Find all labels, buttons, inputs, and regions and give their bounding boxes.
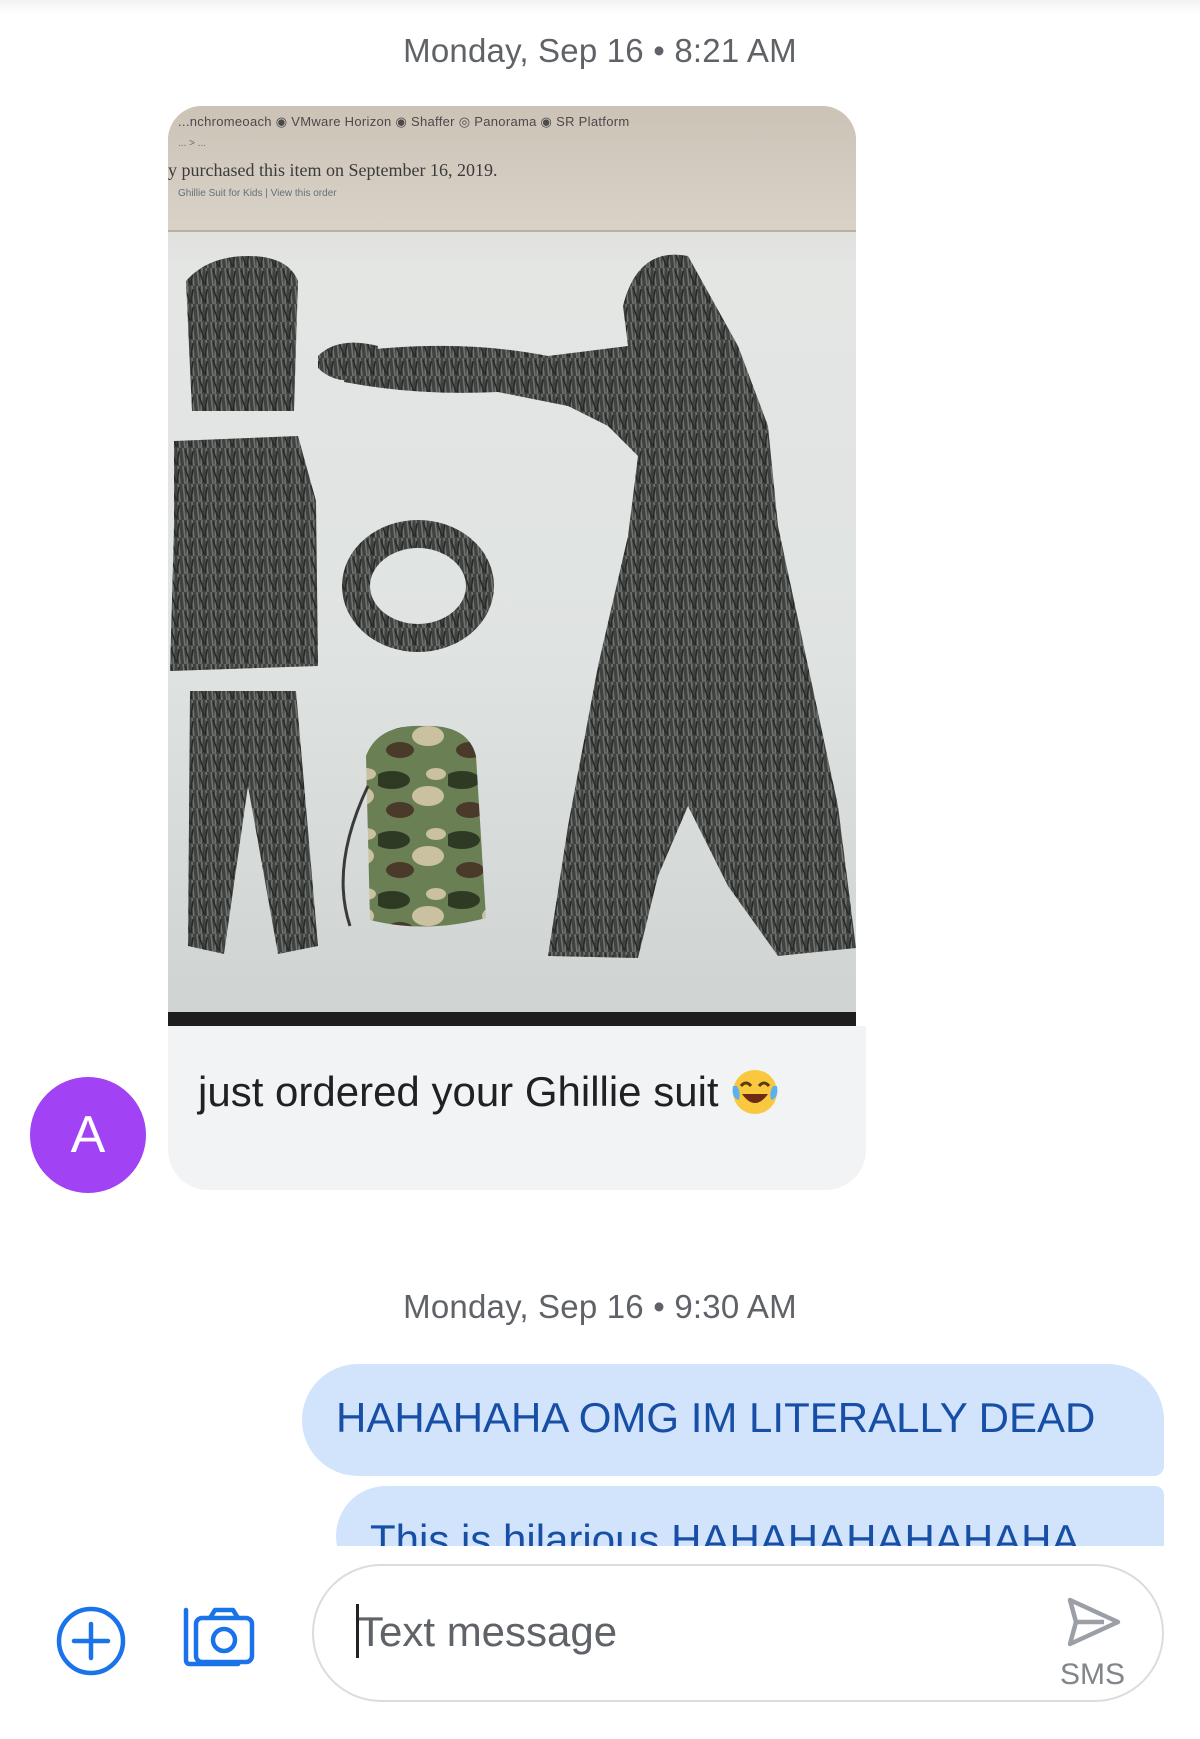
ghillie-top-shape [170, 436, 318, 671]
top-shadow [0, 0, 1200, 14]
outgoing-message-bubble[interactable]: HAHAHAHA OMG IM LITERALLY DEAD [302, 1364, 1164, 1476]
message-input[interactable] [358, 1592, 998, 1672]
message-image-attachment[interactable]: ...nchromeoach ◉ VMware Horizon ◉ Shaffe… [168, 106, 856, 1026]
camera-icon [183, 1607, 255, 1667]
camo-carry-bag [366, 725, 486, 927]
camera-button[interactable] [180, 1600, 256, 1676]
ghillie-hood-ring [342, 520, 494, 652]
send-button[interactable]: SMS [1042, 1586, 1152, 1696]
timestamp-divider: Monday, Sep 16 • 9:30 AM [403, 1288, 797, 1325]
add-attachment-button[interactable] [54, 1604, 128, 1678]
incoming-message-label: just ordered your Ghillie suit [198, 1068, 719, 1115]
send-icon [1067, 1597, 1121, 1647]
ghillie-jacket-shape [186, 256, 298, 411]
image-monitor-bezel [168, 1012, 856, 1026]
add-attachment-icon [56, 1606, 126, 1676]
laughing-emoji-icon [729, 1064, 781, 1116]
ghillie-suit-product-photo [170, 254, 856, 959]
incoming-message-text: just ordered your Ghillie suit [198, 1064, 781, 1116]
messages-screen: Monday, Sep 16 • 8:21 AM ...nchromeoach … [0, 0, 1200, 1739]
message-input-field[interactable]: SMS [312, 1564, 1164, 1702]
send-mode-label: SMS [1060, 1658, 1126, 1691]
ghillie-pants-shape [188, 691, 318, 954]
timestamp-divider: Monday, Sep 16 • 8:21 AM [403, 32, 797, 69]
sender-avatar[interactable]: A [30, 1077, 146, 1193]
compose-bar: SMS [0, 1546, 1200, 1739]
incoming-message-bubble[interactable]: just ordered your Ghillie suit [168, 1026, 866, 1190]
